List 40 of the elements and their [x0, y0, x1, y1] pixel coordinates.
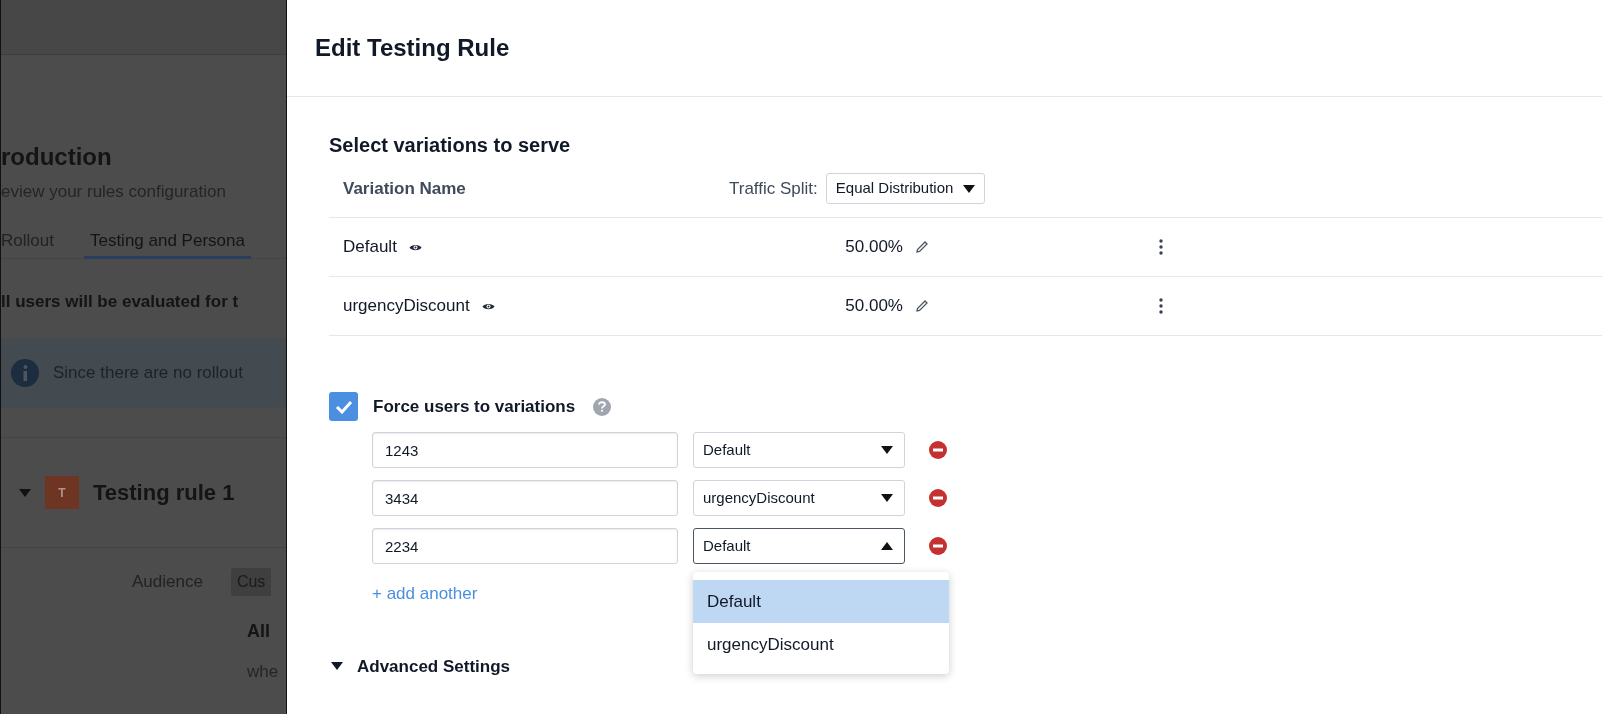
variation-select[interactable]: Default [693, 528, 905, 564]
pencil-icon[interactable] [915, 240, 929, 254]
traffic-split-select[interactable]: Equal Distribution [825, 173, 986, 204]
more-icon[interactable] [1159, 298, 1163, 314]
more-icon[interactable] [1159, 239, 1163, 255]
caret-icon [963, 184, 976, 193]
rule-text: All [247, 620, 271, 643]
user-id-field[interactable]: 3434 [372, 480, 678, 516]
dropdown-option[interactable]: Default [693, 580, 949, 623]
caret-icon [881, 446, 893, 454]
info-icon [11, 359, 39, 387]
checkbox[interactable] [329, 392, 358, 421]
traffic-percent: 50.00% [845, 295, 903, 318]
notice-text: ll users will be evaluated for t [1, 290, 240, 313]
checkbox-label: Force users to variations [373, 395, 576, 418]
user-id-field[interactable]: 1243 [372, 432, 678, 468]
user-id-field[interactable]: 2234 [372, 528, 678, 564]
variation-name: urgencyDiscount [343, 295, 470, 318]
page-title: roduction [1, 142, 113, 172]
advanced-settings-toggle[interactable]: Advanced Settings [357, 653, 511, 679]
remove-icon[interactable] [929, 441, 947, 459]
eye-icon[interactable] [408, 242, 422, 252]
variation-select[interactable]: urgencyDiscount [693, 480, 905, 516]
check-icon [334, 399, 353, 414]
dialog-title: Edit Testing Rule [315, 33, 510, 63]
eye-icon[interactable] [481, 301, 495, 311]
variation-select[interactable]: Default [693, 432, 905, 468]
dropdown-option[interactable]: urgencyDiscount [693, 623, 949, 666]
rule-name: Testing rule 1 [93, 479, 235, 507]
caret-icon [881, 542, 893, 550]
remove-icon[interactable] [929, 537, 947, 555]
remove-icon[interactable] [929, 489, 947, 507]
section-title: Select variations to serve [329, 133, 572, 158]
pencil-icon[interactable] [915, 299, 929, 313]
rule-avatar: T [45, 476, 79, 509]
traffic-split-label: Traffic Split: [729, 177, 818, 200]
variation-name: Default [343, 236, 397, 259]
traffic-percent: 50.00% [845, 236, 903, 259]
caret-icon [881, 494, 893, 502]
column-header: Variation Name [342, 177, 467, 200]
